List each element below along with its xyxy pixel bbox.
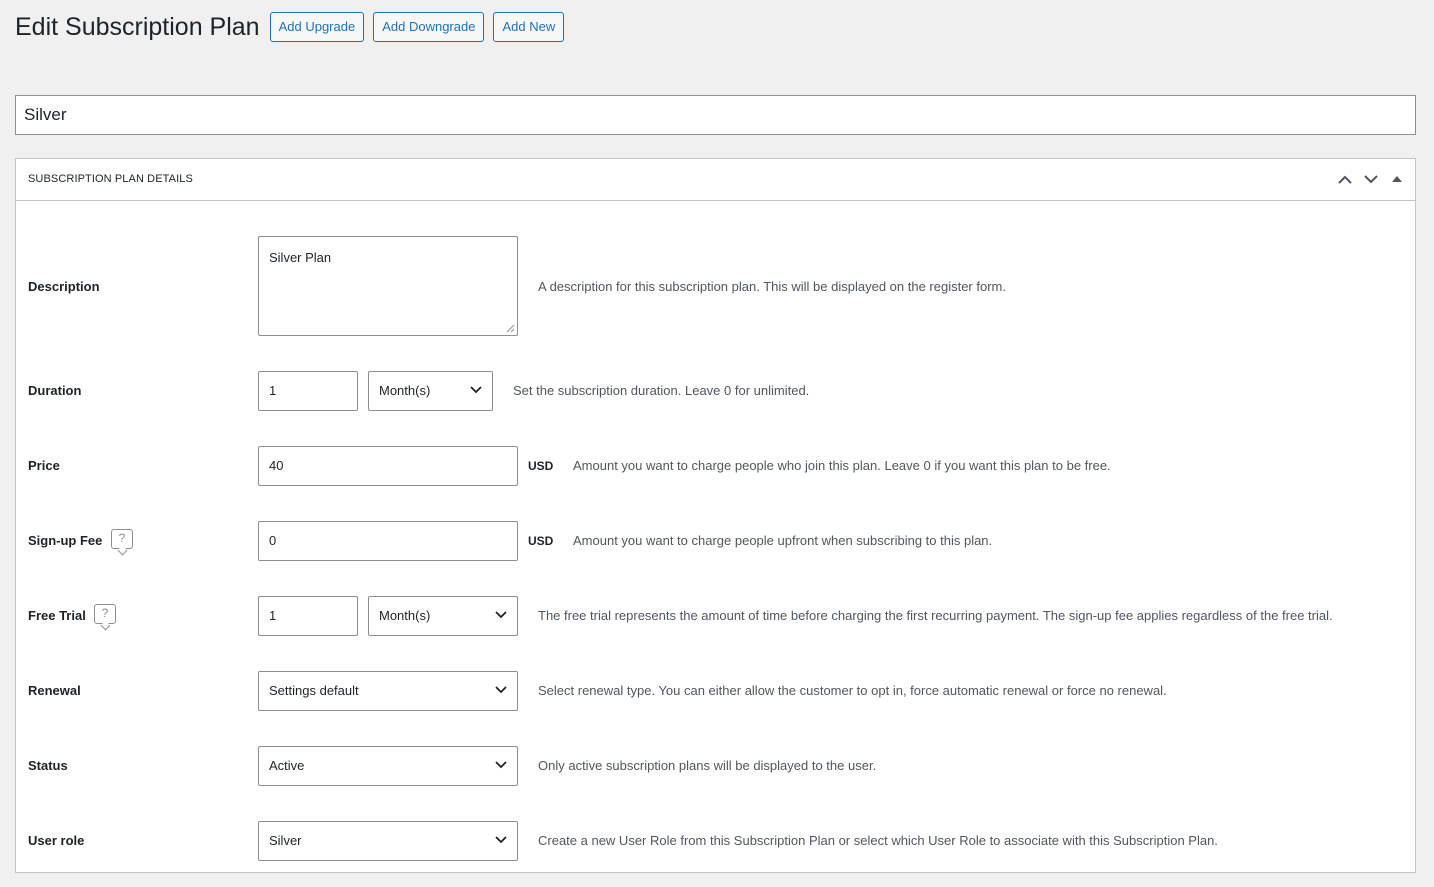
status-help: Only active subscription plans will be d… bbox=[538, 758, 877, 773]
user-role-help: Create a new User Role from this Subscri… bbox=[538, 833, 1218, 848]
signup-fee-help: Amount you want to charge people upfront… bbox=[573, 533, 993, 548]
chevron-down-icon bbox=[495, 611, 507, 619]
page-header: Edit Subscription Plan Add Upgrade Add D… bbox=[15, 12, 573, 42]
chevron-down-icon bbox=[495, 686, 507, 694]
chevron-down-icon bbox=[470, 386, 482, 394]
signup-fee-row: Sign-up Fee ? 0 USD Amount you want to c… bbox=[28, 521, 1415, 561]
chevron-down-icon bbox=[495, 836, 507, 844]
renewal-help: Select renewal type. You can either allo… bbox=[538, 683, 1167, 698]
status-label: Status bbox=[28, 758, 68, 773]
status-select[interactable]: Active bbox=[258, 746, 518, 786]
subscription-plan-details-panel: SUBSCRIPTION PLAN DETAILS Description Si… bbox=[15, 158, 1416, 873]
status-row: Status Active Only active subscription p… bbox=[28, 746, 1415, 786]
price-currency: USD bbox=[528, 459, 554, 473]
free-trial-input[interactable]: 1 bbox=[258, 596, 358, 636]
description-help: A description for this subscription plan… bbox=[538, 279, 1006, 294]
chevron-down-icon bbox=[495, 761, 507, 769]
add-new-button[interactable]: Add New bbox=[493, 12, 565, 42]
duration-help: Set the subscription duration. Leave 0 f… bbox=[513, 383, 810, 398]
description-value: Silver Plan bbox=[269, 250, 332, 265]
user-role-select[interactable]: Silver bbox=[258, 821, 518, 861]
price-help: Amount you want to charge people who joi… bbox=[573, 458, 1111, 473]
free-trial-unit-select[interactable]: Month(s) bbox=[368, 596, 518, 636]
triangle-up-icon[interactable] bbox=[1387, 169, 1407, 189]
price-label: Price bbox=[28, 458, 60, 473]
chevron-up-icon[interactable] bbox=[1335, 169, 1355, 189]
add-upgrade-button[interactable]: Add Upgrade bbox=[269, 12, 365, 42]
signup-fee-currency: USD bbox=[528, 534, 554, 548]
duration-row: Duration 1 Month(s) Set the subscription… bbox=[28, 371, 1415, 411]
description-label: Description bbox=[28, 279, 100, 294]
price-row: Price 40 USD Amount you want to charge p… bbox=[28, 446, 1415, 486]
price-input[interactable]: 40 bbox=[258, 446, 518, 486]
renewal-select[interactable]: Settings default bbox=[258, 671, 518, 711]
status-value: Active bbox=[269, 758, 305, 773]
user-role-label: User role bbox=[28, 833, 85, 848]
add-downgrade-button[interactable]: Add Downgrade bbox=[373, 12, 485, 42]
user-role-value: Silver bbox=[269, 833, 302, 848]
panel-header: SUBSCRIPTION PLAN DETAILS bbox=[16, 159, 1415, 201]
description-row: Description Silver Plan A description fo… bbox=[28, 236, 1415, 336]
signup-fee-input[interactable]: 0 bbox=[258, 521, 518, 561]
free-trial-row: Free Trial ? 1 Month(s) The free trial r… bbox=[28, 596, 1415, 636]
free-trial-help: The free trial represents the amount of … bbox=[538, 608, 1333, 623]
plan-title-input[interactable]: Silver bbox=[15, 95, 1416, 135]
duration-input[interactable]: 1 bbox=[258, 371, 358, 411]
free-trial-label: Free Trial bbox=[28, 608, 86, 623]
free-trial-unit-value: Month(s) bbox=[379, 608, 431, 623]
duration-unit-select[interactable]: Month(s) bbox=[368, 371, 493, 411]
help-tooltip-icon[interactable]: ? bbox=[94, 604, 116, 624]
resize-handle-icon[interactable] bbox=[506, 324, 515, 333]
renewal-row: Renewal Settings default Select renewal … bbox=[28, 671, 1415, 711]
renewal-value: Settings default bbox=[269, 683, 359, 698]
duration-unit-value: Month(s) bbox=[379, 383, 431, 398]
description-textarea[interactable]: Silver Plan bbox=[258, 236, 518, 336]
page-title: Edit Subscription Plan bbox=[15, 13, 260, 41]
help-tooltip-icon[interactable]: ? bbox=[111, 529, 133, 549]
renewal-label: Renewal bbox=[28, 683, 81, 698]
panel-controls bbox=[1335, 169, 1407, 189]
duration-label: Duration bbox=[28, 383, 82, 398]
user-role-row: User role Silver Create a new User Role … bbox=[28, 821, 1415, 861]
chevron-down-icon[interactable] bbox=[1361, 169, 1381, 189]
signup-fee-label: Sign-up Fee bbox=[28, 533, 103, 548]
panel-title: SUBSCRIPTION PLAN DETAILS bbox=[28, 173, 193, 185]
